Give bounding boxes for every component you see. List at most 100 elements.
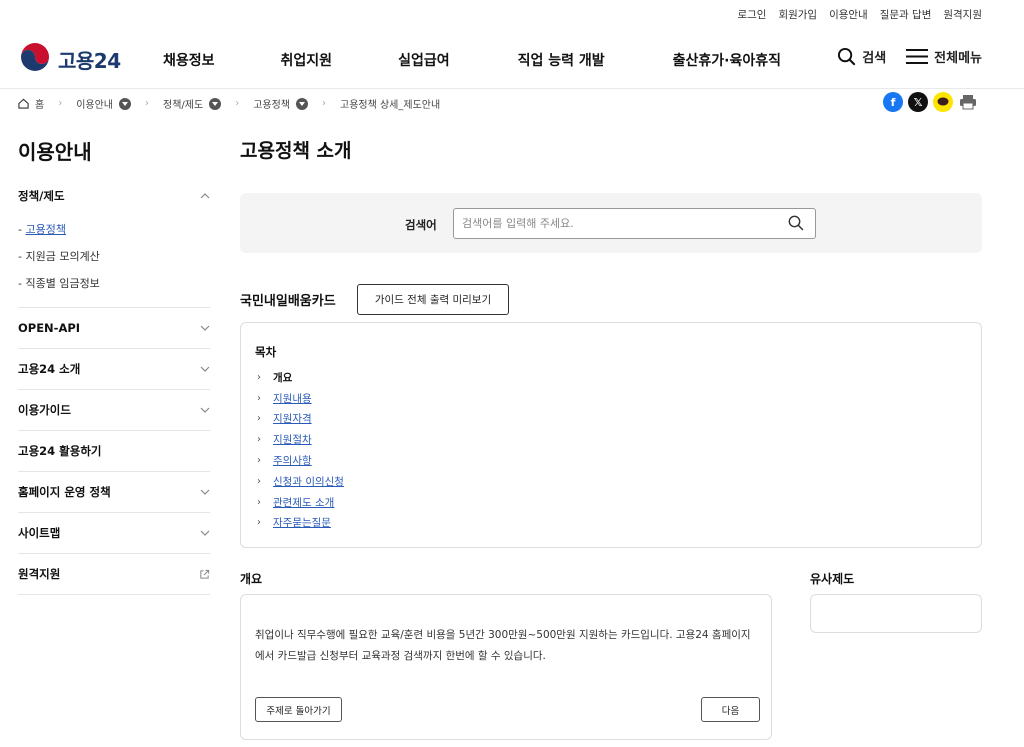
- chevron-up-icon: [200, 193, 210, 199]
- sidebar-item-label: 고용24 소개: [18, 362, 81, 376]
- chevron-down-icon: [200, 489, 210, 495]
- sidebar-item-about[interactable]: 고용24 소개: [18, 349, 210, 389]
- chevron-down-icon: [200, 530, 210, 536]
- gnb-employment-support[interactable]: 취업지원: [281, 50, 333, 70]
- sidebar-item-guide[interactable]: 이용가이드: [18, 390, 210, 430]
- gnb-parental-leave[interactable]: 출산휴가·육아휴직: [673, 50, 781, 70]
- logo-text: 고용24: [58, 48, 121, 73]
- toc-item-overview[interactable]: › 개요: [257, 367, 344, 388]
- toc-item-faq[interactable]: › 자주묻는질문: [257, 513, 344, 534]
- gnb-unemployment-benefit[interactable]: 실업급여: [398, 50, 450, 70]
- sidebar-subitem-wage-info[interactable]: - 직종별 임금정보: [18, 270, 210, 297]
- sidebar-group-guide: 이용가이드: [18, 390, 210, 431]
- sidebar-submenu: - 고용정책 - 지원금 모의계산 - 직종별 임금정보: [18, 216, 210, 307]
- chevron-right-icon: ›: [145, 98, 150, 109]
- toc-item-caution[interactable]: › 주의사항: [257, 450, 344, 471]
- sidebar-item-operation-policy[interactable]: 홈페이지 운영 정책: [18, 472, 210, 512]
- search-label: 검색어: [405, 218, 437, 232]
- home-icon: [18, 98, 29, 109]
- hamburger-menu-icon: [906, 49, 929, 64]
- toc-item-application-appeal[interactable]: › 신청과 이의신청: [257, 471, 344, 492]
- chevron-right-icon: ›: [257, 371, 261, 383]
- global-nav: 채용정보 취업지원 실업급여 직업 능력 개발 출산휴가·육아휴직: [163, 50, 781, 70]
- toc-item-procedure[interactable]: › 지원절차: [257, 429, 344, 450]
- search-input[interactable]: [453, 208, 816, 239]
- chevron-down-icon[interactable]: [296, 97, 308, 110]
- breadcrumb-item-label: 정책/제도: [163, 100, 204, 111]
- sidebar-item-sitemap[interactable]: 사이트맵: [18, 513, 210, 553]
- sidebar-item-label: 사이트맵: [18, 526, 61, 540]
- chevron-right-icon: ›: [257, 434, 261, 446]
- sidebar-group-utilize: 고용24 활용하기: [18, 431, 210, 472]
- toc-item-support-content[interactable]: › 지원내용: [257, 388, 344, 409]
- sidebar-group-about: 고용24 소개: [18, 349, 210, 390]
- card-title: 국민내일배움카드: [240, 294, 336, 309]
- site-logo[interactable]: 고용24: [18, 42, 121, 76]
- print-icon[interactable]: [958, 92, 978, 112]
- breadcrumb-home-label: 홈: [35, 100, 45, 111]
- sidebar-item-label: 홈페이지 운영 정책: [18, 485, 111, 499]
- breadcrumb-item-policy[interactable]: 정책/제도: [163, 96, 222, 111]
- search-icon[interactable]: [788, 215, 804, 231]
- chevron-right-icon: ›: [58, 98, 63, 109]
- sidebar-group-sitemap: 사이트맵: [18, 513, 210, 554]
- usage-guide-link[interactable]: 이용안내: [829, 7, 868, 22]
- chevron-down-icon: [200, 407, 210, 413]
- table-of-contents: 목차 › 개요 › 지원내용 › 지원자격 › 지원절차 › 주의사항 › 신청과 이의신청…: [240, 322, 982, 548]
- chevron-down-icon[interactable]: [209, 97, 222, 110]
- breadcrumb: 홈 › 이용안내 › 정책/제도 › 고용정책 › 고용정책 상세_제도안내: [18, 96, 440, 111]
- external-link-icon: [200, 569, 210, 579]
- header-actions: 검색 전체메뉴: [837, 47, 982, 66]
- chevron-right-icon: ›: [257, 413, 261, 425]
- sidebar-group-openapi: OPEN-API: [18, 308, 210, 349]
- similar-systems-panel: [810, 594, 982, 633]
- sidebar-item-label: 이용가이드: [18, 403, 71, 417]
- sidebar-item-remote[interactable]: 원격지원: [18, 554, 210, 594]
- remote-support-link[interactable]: 원격지원: [943, 7, 982, 22]
- sidebar-item-label: 원격지원: [18, 567, 61, 581]
- toc-item-related-systems[interactable]: › 관련제도 소개: [257, 492, 344, 513]
- login-link[interactable]: 로그인: [737, 7, 766, 22]
- facebook-icon[interactable]: f: [883, 92, 903, 112]
- chevron-right-icon: ›: [257, 517, 261, 529]
- guide-print-preview-button[interactable]: 가이드 전체 출력 미리보기: [357, 284, 509, 315]
- qna-link[interactable]: 질문과 답변: [880, 7, 932, 22]
- gnb-jobs[interactable]: 채용정보: [163, 50, 215, 70]
- breadcrumb-home[interactable]: 홈: [18, 96, 44, 111]
- sidebar-item-openapi[interactable]: OPEN-API: [18, 308, 210, 348]
- toc-title: 목차: [255, 345, 277, 359]
- search-icon: [838, 47, 856, 66]
- sidebar-item-label: OPEN-API: [18, 321, 81, 335]
- breadcrumb-item-label: 이용안내: [76, 100, 114, 111]
- sidebar-group-operation-policy: 홈페이지 운영 정책: [18, 472, 210, 513]
- utility-bar: 로그인 회원가입 이용안내 질문과 답변 원격지원: [737, 7, 982, 22]
- sidebar-item-label: 고용24 활용하기: [18, 444, 102, 458]
- taeguk-logo-icon: [19, 43, 51, 75]
- breadcrumb-item-usage[interactable]: 이용안내: [76, 96, 132, 111]
- overview-panel: 취업이나 직무수행에 필요한 교육/훈련 비용을 5년간 300만원~500만원…: [240, 594, 772, 740]
- gnb-vocational-training[interactable]: 직업 능력 개발: [518, 50, 605, 70]
- search-panel: 검색어: [240, 193, 982, 253]
- breadcrumb-item-employment-policy[interactable]: 고용정책: [253, 96, 308, 111]
- all-menu-label: 전체메뉴: [934, 51, 982, 66]
- back-to-topic-button[interactable]: 주제로 돌아가기: [255, 697, 342, 722]
- sidebar: 정책/제도 - 고용정책 - 지원금 모의계산 - 직종별 임금정보 OPEN-…: [18, 176, 210, 595]
- next-button[interactable]: 다음: [701, 697, 760, 722]
- share-bar: f 𝕏: [883, 92, 978, 112]
- header-search-button[interactable]: 검색: [837, 47, 886, 66]
- sidebar-item-utilize[interactable]: 고용24 활용하기: [18, 431, 210, 471]
- kakaotalk-icon[interactable]: [933, 92, 953, 112]
- chevron-right-icon: ›: [257, 392, 261, 404]
- signup-link[interactable]: 회원가입: [778, 7, 817, 22]
- sidebar-item-policy[interactable]: 정책/제도: [18, 176, 210, 216]
- sidebar-subitem-employment-policy[interactable]: - 고용정책: [18, 216, 210, 243]
- breadcrumb-current: 고용정책 상세_제도안내: [340, 100, 441, 111]
- x-icon[interactable]: 𝕏: [908, 92, 928, 112]
- chevron-right-icon: ›: [322, 98, 326, 109]
- chevron-down-icon[interactable]: [119, 97, 132, 110]
- toc-item-eligibility[interactable]: › 지원자격: [257, 409, 344, 430]
- all-menu-button[interactable]: 전체메뉴: [906, 47, 982, 66]
- chevron-right-icon: ›: [235, 98, 240, 109]
- chevron-right-icon: ›: [257, 455, 261, 467]
- sidebar-subitem-subsidy-calculator[interactable]: - 지원금 모의계산: [18, 243, 210, 270]
